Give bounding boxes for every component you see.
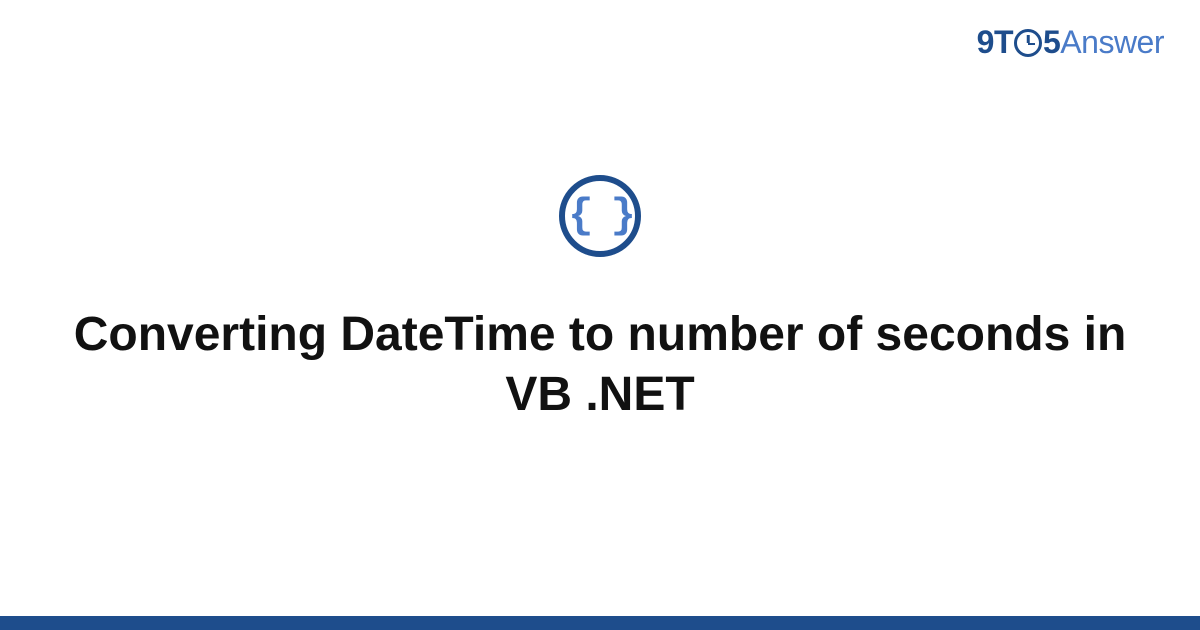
braces-glyph: { } [568,192,632,240]
page-title: Converting DateTime to number of seconds… [0,305,1200,425]
site-logo: 9T 5 Answer [977,24,1164,61]
code-braces-icon: { } [559,175,641,257]
logo-text-9t: 9T [977,24,1013,61]
logo-text-answer: Answer [1060,24,1164,61]
footer-accent-bar [0,616,1200,630]
logo-text-5: 5 [1043,24,1060,61]
main-content: { } Converting DateTime to number of sec… [0,175,1200,425]
clock-icon [1014,29,1042,57]
